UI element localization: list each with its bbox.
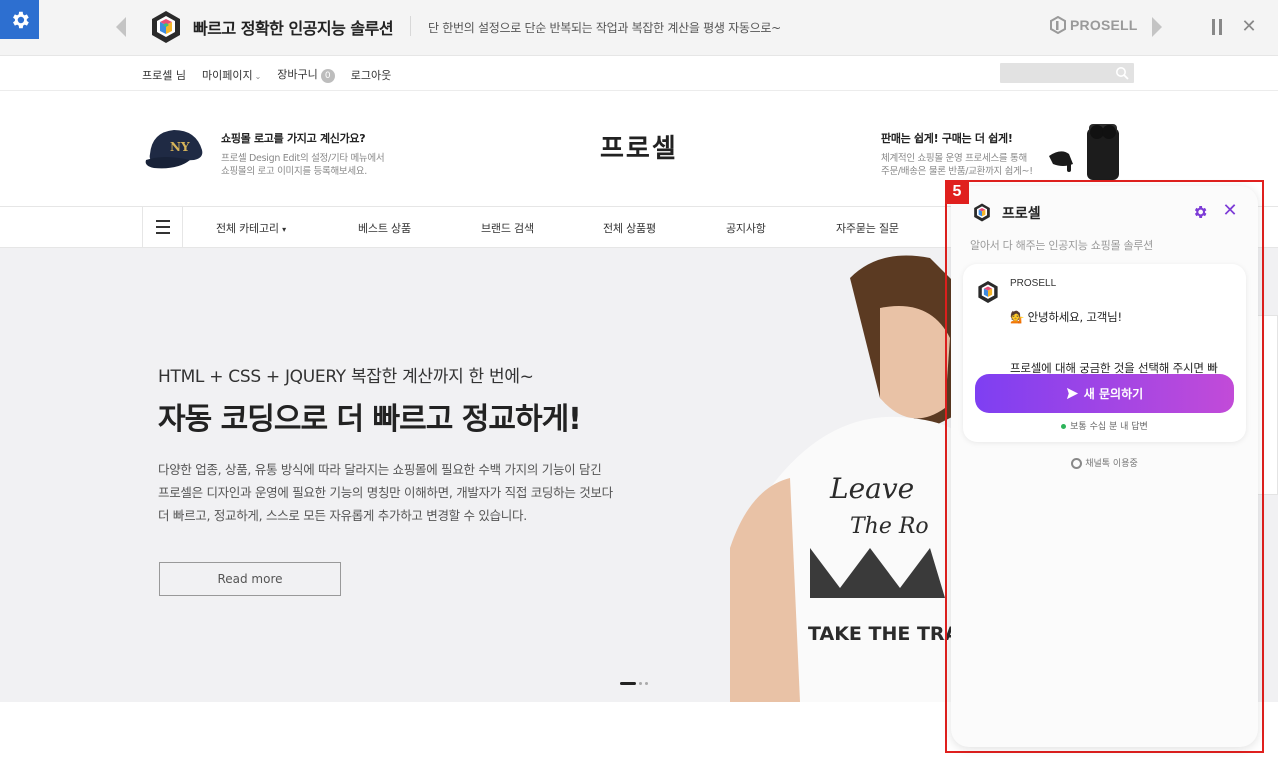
sales-promo-desc: 주문/배송은 물론 반품/교환까지 쉽게~!: [881, 166, 1033, 177]
logo-promo[interactable]: 쇼핑몰 로고를 가지고 계신가요? 프로셀 Design Edit의 설정/기타…: [221, 130, 385, 178]
caret-down-icon: ▾: [282, 225, 286, 234]
user-link[interactable]: 프로셀 님: [142, 67, 186, 83]
cap-image: NY: [145, 130, 203, 169]
svg-text:The Ro: The Ro: [850, 514, 929, 539]
read-more-button[interactable]: Read more: [159, 562, 341, 596]
new-inquiry-button[interactable]: 새 문의하기: [975, 374, 1234, 413]
carousel-dot[interactable]: [645, 682, 648, 685]
prosell-logo-icon: [974, 203, 990, 222]
chat-settings-gear-icon[interactable]: [1192, 204, 1208, 220]
hero-description: 다양한 업종, 상품, 유통 방식에 따라 달라지는 쇼핑몰에 필요한 수백 가…: [158, 462, 613, 523]
chevron-down-icon: ⌄: [254, 71, 262, 81]
prev-arrow-icon[interactable]: [116, 17, 126, 37]
mypage-link[interactable]: 마이페이지 ⌄: [202, 67, 261, 83]
nav-item-all-categories[interactable]: 전체 카테고리 ▾: [216, 220, 286, 236]
svg-text:NY: NY: [170, 140, 190, 154]
chat-welcome-card: PROSELL 💁 안녕하세요, 고객님! 프로셀에 대해 궁금한 것을 선택해…: [963, 264, 1246, 442]
reply-time-note: 보통 수십 분 내 답변: [963, 419, 1246, 432]
sales-promo[interactable]: 판매는 쉽게! 구매는 더 쉽게! 체계적인 쇼핑몰 운영 프로세스를 통해 주…: [881, 130, 1033, 178]
prosell-mark-icon: [1050, 16, 1066, 34]
nav-item-reviews[interactable]: 전체 상품평: [603, 220, 656, 236]
channel-talk-credit[interactable]: 채널톡 이용중: [951, 456, 1258, 469]
search-input[interactable]: [1000, 63, 1134, 83]
cart-link[interactable]: 장바구니 0: [277, 66, 335, 83]
logo-promo-desc: 프로셀 Design Edit의 설정/기타 메뉴에서: [221, 153, 385, 164]
search-icon[interactable]: [1115, 66, 1129, 80]
carousel-dot[interactable]: [639, 682, 642, 685]
cart-count-badge: 0: [320, 69, 335, 83]
hero-title: 자동 코딩으로 더 빠르고 정교하게!: [158, 402, 582, 437]
carousel-dot[interactable]: [620, 682, 636, 685]
logout-link[interactable]: 로그아웃: [351, 67, 391, 83]
chat-tagline: 알아서 다 해주는 인공지능 쇼핑몰 솔루션: [970, 239, 1153, 252]
nav-item-brand-search[interactable]: 브랜드 검색: [481, 220, 534, 236]
logo-promo-desc: 쇼핑몰의 로고 이미지를 등록해보세요.: [221, 166, 367, 177]
menu-hamburger-icon[interactable]: [142, 207, 183, 247]
carousel-dots[interactable]: [620, 682, 648, 685]
pause-icon[interactable]: [1208, 17, 1226, 37]
brand-label: PROSELL: [1070, 17, 1138, 33]
nav-item-faq[interactable]: 자주묻는 질문: [836, 220, 899, 236]
chat-title: 프로셀: [1002, 206, 1041, 222]
nav-item-best[interactable]: 베스트 상품: [358, 220, 411, 236]
svg-text:Leave: Leave: [829, 472, 914, 505]
nav-item-notice[interactable]: 공지사항: [726, 220, 766, 236]
chat-close-icon[interactable]: ✕: [1222, 200, 1238, 221]
sender-name: PROSELL: [1010, 278, 1057, 289]
prosell-logo-icon: [152, 11, 180, 43]
settings-gear-icon[interactable]: [0, 0, 39, 39]
online-dot-icon: [1061, 424, 1067, 429]
divider: [0, 90, 1278, 91]
hero-subtitle: HTML + CSS + JQUERY 복잡한 계산까지 한 번에~: [158, 367, 534, 387]
utility-nav: 프로셀 님 마이페이지 ⌄ 장바구니 0 로그아웃: [142, 66, 391, 83]
channel-talk-icon: [1071, 458, 1083, 469]
logo-promo-title: 쇼핑몰 로고를 가지고 계신가요?: [221, 132, 366, 145]
promo-title: 빠르고 정확한 인공지능 솔루션: [193, 19, 394, 38]
next-arrow-icon[interactable]: [1152, 17, 1162, 37]
prosell-brand[interactable]: PROSELL: [1050, 16, 1138, 34]
earbuds-image: [1049, 124, 1119, 180]
sales-promo-title: 판매는 쉽게! 구매는 더 쉽게!: [881, 132, 1013, 145]
sales-promo-desc: 체계적인 쇼핑몰 운영 프로세스를 통해: [881, 153, 1027, 164]
promo-bar: 빠르고 정확한 인공지능 솔루션 단 한번의 설정으로 단순 반복되는 작업과 …: [0, 0, 1278, 56]
prosell-avatar-icon: [978, 281, 998, 303]
close-icon[interactable]: ✕: [1238, 15, 1260, 37]
site-logo[interactable]: 프로셀: [600, 128, 678, 165]
divider: [410, 16, 411, 36]
promo-subtitle: 단 한번의 설정으로 단순 반복되는 작업과 복잡한 계산을 평생 자동으로~: [428, 21, 781, 35]
chat-widget: 프로셀 ✕ 알아서 다 해주는 인공지능 쇼핑몰 솔루션 PROSELL 💁 안…: [951, 186, 1258, 747]
annotation-badge: 5: [945, 180, 969, 204]
send-icon: [1066, 387, 1078, 400]
